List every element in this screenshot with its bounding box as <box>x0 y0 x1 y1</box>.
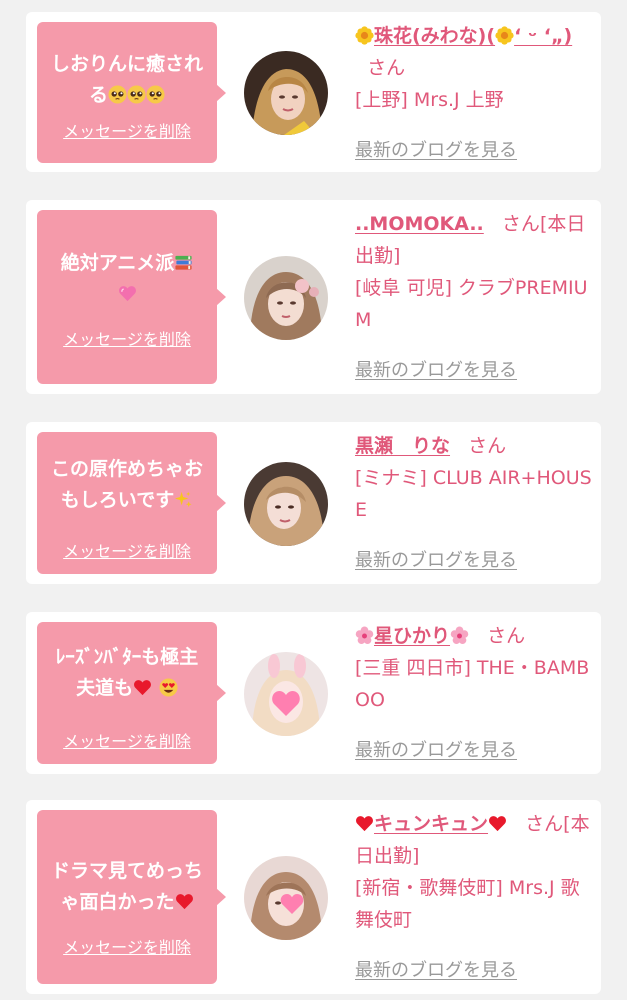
delete-message-link[interactable]: メッセージを削除 <box>37 326 217 350</box>
message-text: 絶対アニメ派 <box>37 210 217 310</box>
pleading-face-icon <box>127 85 146 104</box>
cherry-blossom-icon <box>355 626 374 645</box>
shop-name: [三重 四日市] THE・BAMBOO <box>355 657 590 711</box>
latest-blog-link[interactable]: 最新のブログを見る <box>355 546 517 572</box>
cast-name-link[interactable]: 黒瀬 りな <box>355 435 450 457</box>
cast-name-link[interactable]: 星ひかり <box>355 625 469 647</box>
latest-blog-link[interactable]: 最新のブログを見る <box>355 356 517 382</box>
message-bubble: 絶対アニメ派 メッセージを削除 <box>37 210 226 384</box>
shop-name: [上野] Mrs.J 上野 <box>355 89 504 111</box>
cast-name-line: 黒瀬 りな さん <box>355 430 595 462</box>
cast-info: 珠花(みわな)(‘ ᵕ ‘„) さん [上野] Mrs.J 上野 <box>355 20 595 116</box>
cast-info: キュンキュン さん[本日出勤] [新宿・歌舞伎町] Mrs.J 歌舞伎町 <box>355 808 595 936</box>
cherry-blossom-icon <box>450 626 469 645</box>
cast-info: 星ひかり さん [三重 四日市] THE・BAMBOO <box>355 620 595 716</box>
message-bubble: この原作めちゃおもしろいです メッセージを削除 <box>37 432 226 574</box>
pleading-face-icon <box>146 85 165 104</box>
avatar[interactable] <box>244 462 328 546</box>
message-card: ﾚｰｽﾞﾝﾊﾞﾀｰも極主夫道も メッセージを削除 星ひかり さん [三重 四日市… <box>26 612 601 774</box>
honorific-label: さん <box>468 435 507 457</box>
message-text: ﾚｰｽﾞﾝﾊﾞﾀｰも極主夫道も <box>55 646 199 699</box>
message-bubble: ドラマ見てめっちゃ面白かった メッセージを削除 <box>37 810 226 984</box>
message-list: しおりんに癒される メッセージを削除 珠花(みわな)(‘ ᵕ ‘„) さん [上… <box>0 0 627 1000</box>
avatar[interactable] <box>244 256 328 340</box>
red-heart-icon <box>133 678 152 697</box>
red-heart-icon <box>488 814 507 833</box>
message-card: しおりんに癒される メッセージを削除 珠花(みわな)(‘ ᵕ ‘„) さん [上… <box>26 12 601 172</box>
avatar[interactable] <box>244 652 328 736</box>
flower-icon <box>495 26 514 45</box>
red-heart-icon <box>355 814 374 833</box>
delete-message-link[interactable]: メッセージを削除 <box>37 538 217 562</box>
cast-name-line: キュンキュン さん[本日出勤] <box>355 808 595 872</box>
cast-info: ..MOMOKA.. さん[本日出勤] [岐阜 可児] クラブPREMIUM <box>355 208 595 336</box>
delete-message-link[interactable]: メッセージを削除 <box>37 934 217 958</box>
message-bubble: しおりんに癒される メッセージを削除 <box>37 22 226 163</box>
message-card: この原作めちゃおもしろいです メッセージを削除 黒瀬 りな さん [ミナミ] C… <box>26 422 601 584</box>
shop-name: [ミナミ] CLUB AIR+HOUSE <box>355 467 592 521</box>
delete-message-link[interactable]: メッセージを削除 <box>37 118 217 142</box>
flower-icon <box>355 26 374 45</box>
cast-name-line: 星ひかり さん <box>355 620 595 652</box>
message-text: この原作めちゃおもしろいです <box>50 458 203 511</box>
sparkles-icon <box>174 490 193 509</box>
latest-blog-link[interactable]: 最新のブログを見る <box>355 956 517 982</box>
delete-message-link[interactable]: メッセージを削除 <box>37 728 217 752</box>
cast-name-link[interactable]: ..MOMOKA.. <box>355 213 484 235</box>
message-card: ドラマ見てめっちゃ面白かった メッセージを削除 キュンキュン さん[本日出勤] … <box>26 800 601 994</box>
message-card: 絶対アニメ派 メッセージを削除 ..MOMOKA.. さん[本日出勤] [岐阜 … <box>26 200 601 394</box>
cast-info: 黒瀬 りな さん [ミナミ] CLUB AIR+HOUSE <box>355 430 595 526</box>
shop-name: [新宿・歌舞伎町] Mrs.J 歌舞伎町 <box>355 877 580 931</box>
cast-name-line: 珠花(みわな)(‘ ᵕ ‘„) さん <box>355 20 595 84</box>
heart-eyes-icon <box>159 678 178 697</box>
cast-name-link[interactable]: キュンキュン <box>355 813 507 835</box>
message-text: しおりんに癒される <box>50 53 203 106</box>
shop-name: [岐阜 可児] クラブPREMIUM <box>355 277 588 331</box>
latest-blog-link[interactable]: 最新のブログを見る <box>355 136 517 162</box>
cast-name-line: ..MOMOKA.. さん[本日出勤] <box>355 208 595 272</box>
red-heart-icon <box>175 892 194 911</box>
avatar[interactable] <box>244 856 328 940</box>
message-bubble: ﾚｰｽﾞﾝﾊﾞﾀｰも極主夫道も メッセージを削除 <box>37 622 226 764</box>
message-text: ドラマ見てめっちゃ面白かった <box>50 860 203 913</box>
pleading-face-icon <box>108 85 127 104</box>
latest-blog-link[interactable]: 最新のブログを見る <box>355 736 517 762</box>
cast-name-link[interactable]: 珠花(みわな)(‘ ᵕ ‘„) <box>355 25 572 47</box>
pink-heart-icon <box>118 284 137 303</box>
books-icon <box>174 253 193 272</box>
honorific-label: さん <box>367 57 406 79</box>
avatar[interactable] <box>244 51 328 135</box>
honorific-label: さん <box>487 625 526 647</box>
